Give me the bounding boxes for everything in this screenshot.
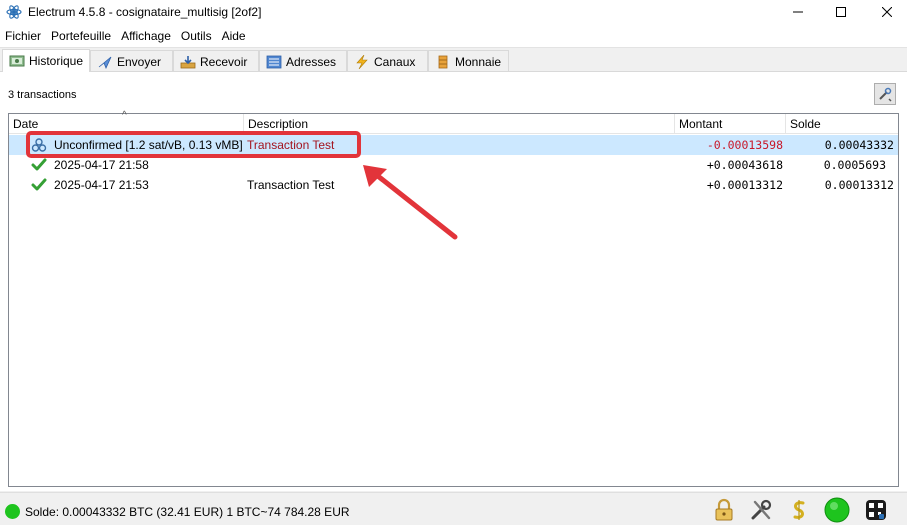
addresses-icon (266, 55, 282, 68)
lightning-icon (356, 54, 368, 69)
receive-icon (180, 55, 196, 68)
tab-label: Recevoir (200, 54, 248, 69)
tools-icon (751, 499, 772, 520)
window-title: Electrum 4.5.8 - cosignataire_multisig [… (28, 5, 262, 19)
balance-status: Solde: 0.00043332 BTC (32.41 EUR) 1 BTC~… (25, 505, 350, 519)
menu-portefeuille[interactable]: Portefeuille (46, 24, 116, 48)
row-amount: -0.00013598 (706, 138, 783, 152)
coins-icon (438, 55, 448, 68)
send-icon (98, 56, 112, 69)
network-status-icon (824, 497, 850, 523)
tab-historique[interactable]: Historique (2, 49, 90, 72)
menu-affichage[interactable]: Affichage (116, 24, 176, 48)
menu-aide[interactable]: Aide (217, 24, 251, 48)
tab-recevoir[interactable]: Recevoir (173, 50, 259, 72)
row-amount: +0.00043618 (706, 158, 783, 172)
preferences-button[interactable] (748, 497, 774, 523)
tab-envoyer[interactable]: Envoyer (90, 50, 173, 72)
minimize-button[interactable] (775, 0, 821, 24)
transaction-count: 3 transactions (8, 89, 77, 101)
row-date: 2025-04-17 21:53 (54, 178, 149, 192)
seed-icon (793, 500, 805, 520)
history-icon (9, 55, 25, 67)
row-balance: 0.00043332 (824, 138, 894, 152)
electrum-logo-icon (6, 5, 22, 19)
tab-bar: Historique Envoyer Recevoir Adresses Can… (0, 49, 509, 72)
maximize-icon (836, 7, 846, 17)
annotation-highlight-box (26, 131, 361, 158)
row-balance: 0.0005693 (823, 158, 886, 172)
tab-label: Canaux (374, 54, 416, 69)
tab-adresses[interactable]: Adresses (259, 50, 347, 72)
tab-label: Monnaie (455, 54, 502, 69)
title-bar: Electrum 4.5.8 - cosignataire_multisig [… (0, 0, 907, 24)
confirmed-check-icon (31, 178, 47, 191)
close-icon (882, 7, 892, 17)
password-button[interactable] (711, 497, 737, 523)
annotation-arrow-icon (363, 165, 458, 240)
menu-bar: Fichier Portefeuille Affichage Outils Ai… (0, 24, 907, 48)
status-bar: Solde: 0.00043332 BTC (32.41 EUR) 1 BTC~… (0, 492, 907, 525)
row-amount: +0.00013312 (706, 178, 783, 192)
tools-icon (879, 87, 892, 102)
menu-fichier[interactable]: Fichier (0, 24, 46, 48)
toolbar-button[interactable] (874, 83, 896, 105)
tab-label: Historique (29, 54, 84, 68)
row-balance: 0.00013312 (824, 178, 894, 192)
close-button[interactable] (864, 0, 907, 24)
menu-outils[interactable]: Outils (176, 24, 217, 48)
qr-button[interactable] (863, 497, 889, 523)
network-button[interactable] (824, 497, 850, 523)
maximize-button[interactable] (818, 0, 864, 24)
tab-canaux[interactable]: Canaux (347, 50, 428, 72)
tab-label: Envoyer (117, 54, 162, 69)
lock-icon (715, 498, 733, 521)
column-solde[interactable]: Solde (786, 114, 898, 134)
tab-monnaie[interactable]: Monnaie (428, 50, 509, 72)
column-montant[interactable]: Montant (675, 114, 786, 134)
seed-button[interactable] (786, 497, 812, 523)
confirmed-check-icon (31, 158, 47, 171)
row-date: 2025-04-17 21:58 (54, 158, 149, 172)
row-description: Transaction Test (247, 178, 335, 192)
connection-status-icon (5, 504, 20, 519)
tab-label: Adresses (286, 54, 337, 69)
minimize-icon (793, 11, 803, 13)
qr-code-icon (866, 500, 886, 520)
